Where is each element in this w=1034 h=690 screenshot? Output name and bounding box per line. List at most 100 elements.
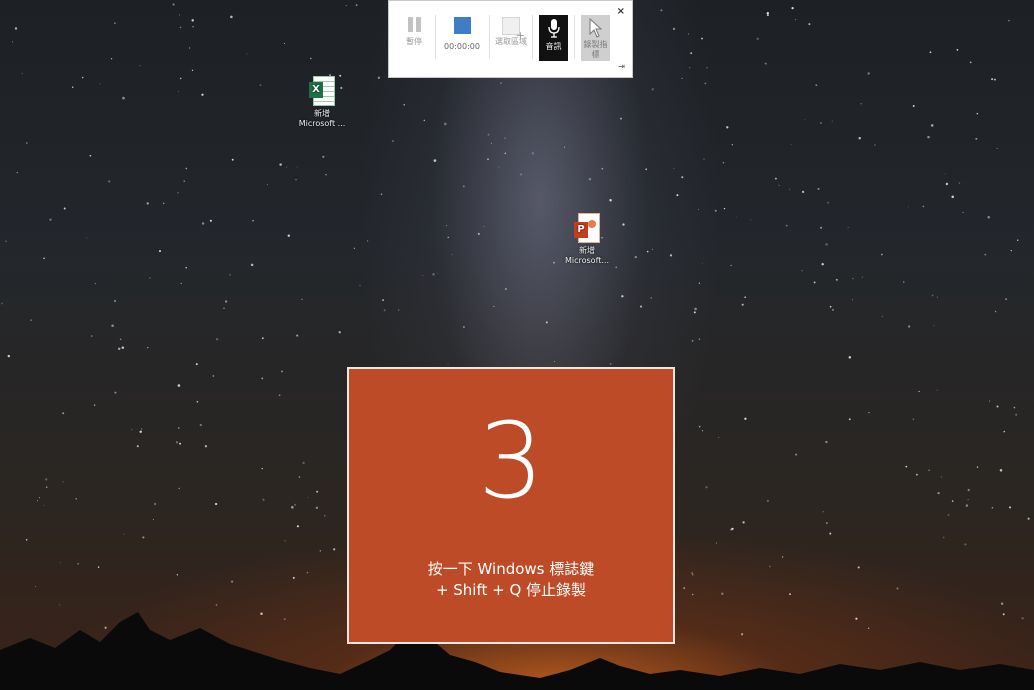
star — [609, 198, 612, 202]
star — [634, 255, 637, 259]
star — [905, 465, 908, 468]
star — [398, 309, 400, 311]
desktop-icon-powerpoint[interactable]: P 新增 Microsoft... — [557, 213, 617, 266]
star — [896, 587, 899, 590]
star — [742, 521, 745, 524]
star — [111, 324, 114, 327]
star — [229, 274, 231, 276]
star — [694, 307, 697, 311]
star — [462, 326, 465, 328]
star — [857, 566, 860, 569]
star — [75, 498, 77, 500]
star — [996, 405, 999, 408]
star — [930, 124, 934, 127]
star — [142, 536, 145, 539]
audio-toggle-button[interactable]: 音訊 — [539, 15, 568, 61]
toolbar-divider — [574, 15, 575, 59]
star — [984, 253, 987, 256]
star — [286, 166, 288, 168]
star — [110, 58, 113, 60]
star — [403, 103, 405, 106]
star — [791, 6, 794, 10]
star — [916, 473, 918, 476]
pin-icon[interactable]: ⇥ — [618, 63, 625, 71]
star — [620, 117, 622, 120]
star — [698, 282, 701, 284]
star — [835, 278, 838, 281]
star — [86, 237, 88, 239]
star — [296, 334, 299, 337]
star — [231, 158, 234, 161]
star — [444, 122, 447, 126]
desktop-icon-sublabel: Microsoft... — [564, 256, 610, 265]
star — [298, 476, 301, 478]
star — [177, 192, 179, 194]
star — [146, 202, 149, 205]
star — [651, 88, 654, 91]
star — [929, 51, 932, 54]
star — [947, 513, 950, 516]
close-icon[interactable]: × — [617, 7, 625, 17]
star — [131, 429, 133, 431]
star — [778, 184, 780, 187]
star — [45, 478, 48, 481]
star — [487, 133, 490, 136]
star — [721, 592, 724, 595]
star — [108, 180, 111, 183]
recording-countdown-overlay: 3 按一下 Windows 標誌鍵 + Shift + Q 停止錄製 — [347, 367, 675, 644]
star — [908, 325, 911, 328]
screen-recording-toolbar: 暫停 00:00:00 選取區域 音訊 錄製指標 — [388, 0, 633, 78]
star — [316, 490, 319, 493]
star — [462, 185, 465, 188]
star — [704, 82, 707, 85]
star — [119, 338, 122, 341]
star — [874, 144, 876, 146]
star — [209, 219, 212, 222]
star — [832, 309, 834, 311]
star — [715, 542, 717, 544]
star — [564, 146, 566, 148]
star — [147, 346, 149, 349]
star — [622, 223, 625, 226]
desktop: 暫停 00:00:00 選取區域 音訊 錄製指標 — [0, 0, 1034, 690]
pause-button[interactable]: 暫停 — [401, 13, 427, 47]
star — [691, 340, 694, 342]
star — [451, 254, 453, 255]
star — [804, 119, 806, 120]
star — [359, 284, 361, 287]
stop-button[interactable]: 00:00:00 — [437, 13, 487, 52]
star — [615, 266, 617, 269]
star — [383, 309, 386, 312]
star — [175, 441, 179, 444]
star — [741, 303, 744, 306]
star — [382, 299, 385, 302]
star — [706, 67, 708, 69]
star — [907, 206, 909, 208]
star — [149, 277, 151, 279]
star — [250, 263, 254, 267]
star — [278, 394, 281, 397]
star — [705, 486, 708, 489]
star — [505, 288, 507, 290]
star — [179, 14, 180, 16]
record-pointer-button[interactable]: 錄製指標 — [581, 15, 610, 61]
star — [766, 12, 769, 15]
star — [868, 411, 870, 414]
star — [139, 430, 142, 434]
powerpoint-badge: P — [574, 222, 588, 238]
star — [821, 262, 824, 266]
select-area-button[interactable]: 選取區域 — [495, 13, 527, 47]
star — [827, 201, 830, 204]
star — [698, 425, 701, 428]
star — [669, 254, 673, 257]
star — [114, 391, 117, 394]
star — [266, 184, 268, 185]
star — [987, 215, 990, 219]
star — [114, 299, 117, 303]
star — [829, 305, 832, 308]
star — [504, 152, 506, 154]
star — [825, 440, 828, 444]
desktop-icon-excel[interactable]: X 新增 Microsoft ... — [292, 76, 352, 129]
star — [183, 180, 185, 182]
star — [698, 209, 699, 210]
